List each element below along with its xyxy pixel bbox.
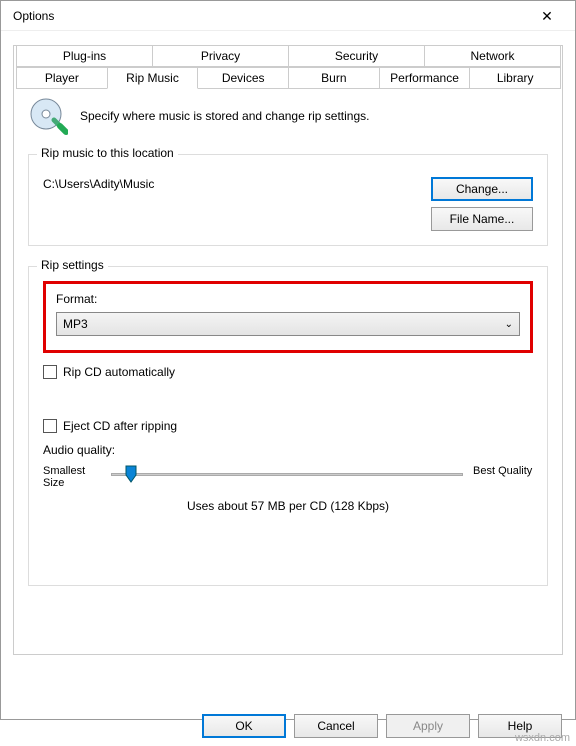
tab-row-back: Plug-ins Privacy Security Network: [16, 45, 560, 67]
dialog-buttons: OK Cancel Apply Help: [202, 714, 562, 738]
rip-auto-checkbox[interactable]: Rip CD automatically: [43, 365, 533, 379]
ok-button[interactable]: OK: [202, 714, 286, 738]
location-fieldset: Rip music to this location C:\Users\Adit…: [28, 154, 548, 246]
filename-button[interactable]: File Name...: [431, 207, 533, 231]
format-highlight: Format: MP3 ⌄: [43, 281, 533, 353]
checkbox-icon: [43, 365, 57, 379]
header-text: Specify where music is stored and change…: [80, 109, 369, 123]
chevron-down-icon: ⌄: [505, 319, 513, 330]
usage-label: Uses about 57 MB per CD (128 Kbps): [43, 499, 533, 513]
tab-rip-music[interactable]: Rip Music: [107, 67, 199, 89]
eject-checkbox[interactable]: Eject CD after ripping: [43, 419, 533, 433]
quality-label: Audio quality:: [43, 443, 533, 457]
tab-row-front: Player Rip Music Devices Burn Performanc…: [16, 67, 560, 89]
format-select[interactable]: MP3 ⌄: [56, 312, 520, 336]
tab-network[interactable]: Network: [424, 45, 561, 67]
quality-slider[interactable]: [111, 469, 463, 485]
settings-fieldset: Rip settings Format: MP3 ⌄ Rip CD automa…: [28, 266, 548, 586]
rip-icon: [28, 96, 68, 136]
tab-burn[interactable]: Burn: [288, 67, 380, 89]
location-legend: Rip music to this location: [37, 146, 178, 160]
tab-plugins[interactable]: Plug-ins: [16, 45, 153, 67]
tab-panel: Plug-ins Privacy Security Network Player…: [13, 45, 563, 655]
tab-performance[interactable]: Performance: [379, 67, 471, 89]
tab-security[interactable]: Security: [288, 45, 425, 67]
dialog-content: Plug-ins Privacy Security Network Player…: [1, 31, 575, 671]
change-button[interactable]: Change...: [431, 177, 533, 201]
tab-devices[interactable]: Devices: [197, 67, 289, 89]
smallest-label: Smallest Size: [43, 465, 101, 489]
tab-player[interactable]: Player: [16, 67, 108, 89]
header-row: Specify where music is stored and change…: [28, 96, 548, 136]
cancel-button[interactable]: Cancel: [294, 714, 378, 738]
slider-thumb-icon: [125, 465, 137, 483]
watermark: wsxdn.com: [515, 732, 570, 744]
format-value: MP3: [63, 317, 88, 331]
apply-button[interactable]: Apply: [386, 714, 470, 738]
title-bar: Options ✕: [1, 1, 575, 31]
format-label: Format:: [56, 292, 520, 306]
settings-legend: Rip settings: [37, 258, 108, 272]
window-title: Options: [9, 9, 527, 23]
checkbox-icon: [43, 419, 57, 433]
best-label: Best Quality: [473, 465, 533, 477]
rip-auto-label: Rip CD automatically: [63, 365, 175, 379]
options-dialog: Options ✕ Plug-ins Privacy Security Netw…: [0, 0, 576, 720]
tab-library[interactable]: Library: [469, 67, 561, 89]
eject-label: Eject CD after ripping: [63, 419, 177, 433]
close-icon[interactable]: ✕: [527, 2, 567, 30]
location-path: C:\Users\Adity\Music: [43, 177, 154, 191]
tab-privacy[interactable]: Privacy: [152, 45, 289, 67]
